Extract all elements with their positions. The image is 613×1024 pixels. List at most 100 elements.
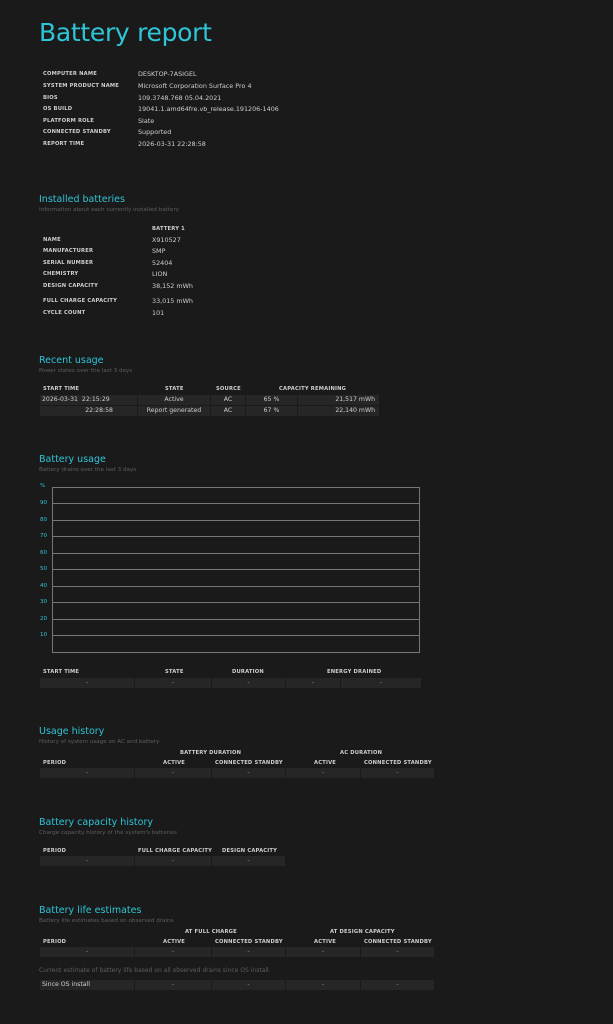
gridline <box>52 602 420 603</box>
y-tick-label: 70 <box>40 533 48 539</box>
life-full-standby-header: CONNECTED STANDBY <box>215 939 283 945</box>
gridline <box>52 536 420 537</box>
empty-cell: - <box>40 947 134 957</box>
installed-batteries-heading: Installed batteries <box>39 194 125 205</box>
recent-usage-heading: Recent usage <box>39 355 104 366</box>
history-period-header: PERIOD <box>43 760 67 766</box>
history-ac-active-header: ACTIVE <box>314 760 337 766</box>
capacity-history-subheading: Charge capacity history of the system's … <box>39 830 177 836</box>
empty-cell: - <box>361 768 434 778</box>
life-design-standby-header: CONNECTED STANDBY <box>364 939 432 945</box>
recent-percent: 67 % <box>246 406 297 416</box>
life-estimates-heading: Battery life estimates <box>39 905 142 916</box>
empty-cell: - <box>361 947 434 957</box>
os-build-label: OS BUILD <box>43 106 73 112</box>
recent-state: Report generated <box>138 406 210 416</box>
design-capacity-label: DESIGN CAPACITY <box>43 283 99 289</box>
empty-cell: - <box>40 678 134 688</box>
ac-duration-group: AC DURATION <box>340 750 383 756</box>
recent-mwh: 22,140 mWh <box>298 406 379 416</box>
product-name-value: Microsoft Corporation Surface Pro 4 <box>138 82 252 90</box>
platform-role-label: PLATFORM ROLE <box>43 118 95 124</box>
report-time-label: REPORT TIME <box>43 141 85 147</box>
recent-state-header: STATE <box>165 386 184 392</box>
empty-cell: - <box>212 768 285 778</box>
recent-date: 2026-03-31 <box>42 396 78 403</box>
usage-history-subheading: History of system usage on AC and batter… <box>39 739 160 745</box>
y-tick-label: 30 <box>40 599 48 605</box>
chemistry-label: CHEMISTRY <box>43 271 79 277</box>
life-period-header: PERIOD <box>43 939 67 945</box>
platform-role-value: Slate <box>138 117 155 125</box>
empty-cell: - <box>212 980 285 990</box>
history-battery-active-header: ACTIVE <box>163 760 186 766</box>
recent-mwh: 21,517 mWh <box>298 395 379 405</box>
battery-usage-heading: Battery usage <box>39 454 106 465</box>
capacity-full-charge-header: FULL CHARGE CAPACITY <box>138 848 213 854</box>
recent-source-header: SOURCE <box>216 386 241 392</box>
recent-time: 22:28:58 <box>40 406 137 416</box>
recent-start-cell: 2026-03-31 22:15:29 <box>40 395 137 405</box>
y-tick-label: 80 <box>40 517 48 523</box>
battery-usage-chart <box>52 487 420 653</box>
cycle-count-value: 101 <box>152 309 165 317</box>
usage-start-time-header: START TIME <box>43 669 80 675</box>
empty-cell: - <box>135 947 211 957</box>
capacity-history-heading: Battery capacity history <box>39 817 153 828</box>
empty-cell: - <box>212 856 285 866</box>
empty-cell: - <box>135 678 211 688</box>
at-design-capacity-group: AT DESIGN CAPACITY <box>330 929 395 935</box>
bios-label: BIOS <box>43 95 58 101</box>
recent-time: 22:15:29 <box>81 396 110 403</box>
gridline <box>52 553 420 554</box>
recent-source: AC <box>211 395 245 405</box>
battery-name-value: X910527 <box>152 236 181 244</box>
computer-name-value: DESKTOP-7ASIGEL <box>138 70 197 78</box>
gridline <box>52 619 420 620</box>
report-time-value: 2026-03-31 22:28:58 <box>138 140 206 148</box>
usage-history-heading: Usage history <box>39 726 105 737</box>
life-estimates-subheading: Battery life estimates based on observed… <box>39 918 174 924</box>
connected-standby-label: CONNECTED STANDBY <box>43 129 111 135</box>
empty-cell: - <box>341 678 421 688</box>
usage-duration-header: DURATION <box>232 669 264 675</box>
since-os-install-label: Since OS install <box>40 980 134 990</box>
bios-value: 109.3748.768 05.04.2021 <box>138 94 222 102</box>
life-estimate-note: Current estimate of battery life based o… <box>39 967 269 974</box>
y-tick-label: 50 <box>40 566 48 572</box>
manufacturer-label: MANUFACTURER <box>43 248 94 254</box>
full-charge-capacity-label: FULL CHARGE CAPACITY <box>43 298 118 304</box>
recent-usage-subheading: Power states over the last 3 days <box>39 368 133 374</box>
computer-name-label: COMPUTER NAME <box>43 71 97 77</box>
history-battery-standby-header: CONNECTED STANDBY <box>215 760 283 766</box>
gridline <box>52 569 420 570</box>
history-ac-standby-header: CONNECTED STANDBY <box>364 760 432 766</box>
recent-start-time-header: START TIME <box>43 386 80 392</box>
chemistry-value: LION <box>152 270 168 278</box>
y-tick-label: 10 <box>40 632 48 638</box>
serial-number-label: SERIAL NUMBER <box>43 260 94 266</box>
design-capacity-value: 38,152 mWh <box>152 282 193 290</box>
empty-cell: - <box>286 947 360 957</box>
recent-source: AC <box>211 406 245 416</box>
life-full-active-header: ACTIVE <box>163 939 186 945</box>
gridline <box>52 503 420 504</box>
serial-number-value: 52404 <box>152 259 173 267</box>
battery-duration-group: BATTERY DURATION <box>180 750 242 756</box>
empty-cell: - <box>40 856 134 866</box>
empty-cell: - <box>212 678 285 688</box>
life-design-active-header: ACTIVE <box>314 939 337 945</box>
usage-state-header: STATE <box>165 669 184 675</box>
at-full-charge-group: AT FULL CHARGE <box>185 929 237 935</box>
full-charge-capacity-value: 33,015 mWh <box>152 297 193 305</box>
os-build-value: 19041.1.amd64fre.vb_release.191206-1406 <box>138 105 279 113</box>
installed-batteries-subheading: Information about each currently install… <box>39 207 180 213</box>
empty-cell: - <box>135 856 211 866</box>
capacity-design-header: DESIGN CAPACITY <box>222 848 278 854</box>
recent-percent: 65 % <box>246 395 297 405</box>
gridline <box>52 520 420 521</box>
empty-cell: - <box>286 980 360 990</box>
empty-cell: - <box>212 947 285 957</box>
product-name-label: SYSTEM PRODUCT NAME <box>43 83 120 89</box>
page-title: Battery report <box>39 18 212 47</box>
